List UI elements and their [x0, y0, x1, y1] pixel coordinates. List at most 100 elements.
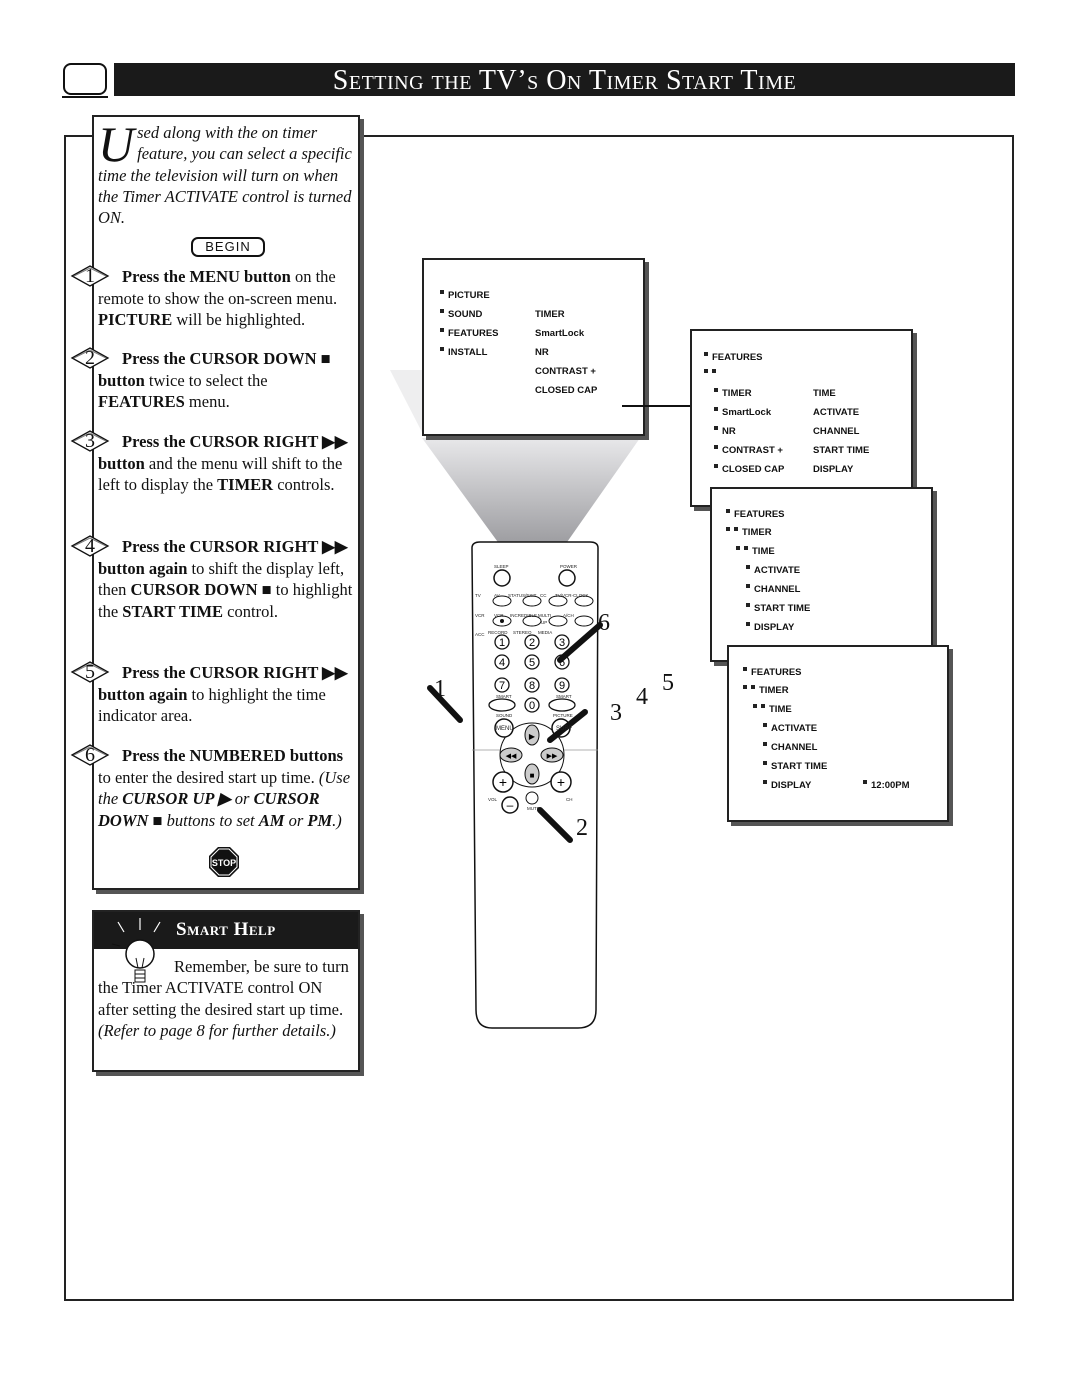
plus-icon: + [557, 774, 565, 790]
menu-item: DISPLAY [746, 622, 794, 633]
record-dot[interactable] [500, 619, 504, 623]
menu-item: NR [714, 426, 736, 437]
step-number-badge: 5 [70, 660, 110, 684]
drop-cap: U [98, 116, 135, 172]
remote-label-clock: TV/VCR-CLOCK [555, 593, 589, 598]
step-text: Press the NUMBERED buttons [122, 746, 344, 765]
menu-item-label: ACTIVATE [754, 565, 801, 576]
bullet-icon [440, 347, 444, 351]
menu-item-label: ACTIVATE [813, 407, 860, 418]
remote-label-menu: MENU [496, 726, 514, 732]
smart-help-body: Remember, be sure to turn the Timer ACTI… [98, 957, 349, 1019]
step-number: 1 [85, 265, 95, 287]
callout-4: 4 [636, 684, 648, 710]
digit-label: 3 [559, 637, 565, 649]
bullet-icon [763, 723, 767, 727]
mute-button[interactable] [525, 791, 539, 805]
submenu-item: NR [535, 347, 549, 358]
menu-item-label: CHANNEL [754, 584, 801, 595]
bullet-icon [761, 704, 765, 708]
menu-item-time: TIME [753, 704, 792, 715]
step-number-badge: 4 [70, 534, 110, 558]
menu-item: CHANNEL [763, 742, 817, 753]
step-number: 3 [85, 430, 95, 452]
step-text: Press the MENU button [122, 267, 291, 286]
play-icon: ▶ [529, 732, 536, 741]
smart-picture-button[interactable] [548, 698, 576, 712]
bullet-icon [734, 527, 738, 531]
main-menu-screen: PICTURE SOUND FEATURES INSTALL TIMER SmartLoc… [422, 258, 645, 436]
remote-label-sleep: SLEEP [494, 564, 509, 569]
menu-title: FEATURES [704, 352, 763, 363]
bullet-icon [704, 352, 708, 356]
remote-label-sound: SOUND [496, 713, 513, 718]
bullet-icon [440, 309, 444, 313]
submenu-item: CHANNEL [813, 426, 859, 437]
step-number: 5 [85, 661, 95, 683]
step-5: 5 Press the CURSOR RIGHT ▶▶ button again … [70, 661, 356, 727]
menu-item-label: TIMER [535, 309, 565, 320]
stop-sign-icon: STOP [209, 847, 239, 877]
submenu-item: TIMER [535, 309, 565, 320]
bullet-icon [746, 622, 750, 626]
smart-help-reference: (Refer to page 8 for further details.) [98, 1020, 336, 1040]
smart-help-title: Smart Help [176, 919, 276, 940]
menu-item: CONTRAST + [714, 445, 783, 456]
remote-label-vol: VOL [488, 797, 498, 802]
step-text: FEATURES [98, 392, 185, 411]
menu-item-label: SmartLock [535, 328, 585, 339]
menu-item-label: START TIME [813, 445, 870, 456]
menu-item-label: CLOSED CAP [535, 385, 598, 396]
digit-label: 0 [529, 700, 535, 712]
callout-3: 3 [610, 700, 622, 726]
bullet-icon [763, 742, 767, 746]
menu-item-timer: TIMER [726, 527, 772, 538]
power-button[interactable] [558, 569, 576, 587]
stop-icon: ■ [530, 771, 535, 780]
menu-item-label: SmartLock [722, 407, 772, 418]
intro-text: Used along with the on timer feature, yo… [98, 116, 356, 228]
bullet-icon [440, 328, 444, 332]
menu-item-features: FEATURES [440, 328, 499, 339]
step-text: control. [223, 601, 279, 621]
bullet-icon [744, 546, 748, 550]
menu-item-label: TIMER [742, 527, 772, 538]
step-text: PM [307, 810, 333, 830]
remote-label-av: AV [494, 593, 500, 598]
start-time-value: 12:00PM [863, 780, 910, 791]
menu-item-label: FEATURES [734, 509, 785, 520]
step-text: CURSOR UP ▶ [122, 789, 231, 808]
callout-6: 6 [598, 610, 610, 636]
remote-label-picture: PICTURE [553, 713, 573, 718]
menu-item-label: PICTURE [448, 290, 490, 301]
digit-label: 4 [499, 657, 505, 669]
menu-item-label: START TIME [754, 603, 811, 614]
menu-title: FEATURES [743, 667, 802, 678]
timer-menu-screen: FEATURES TIMER TIME ACTIVATE CHANNEL START TI… [710, 487, 933, 662]
remote-label-smart1: SMART [496, 694, 512, 699]
bullet-icon [704, 369, 708, 373]
step-number: 4 [85, 535, 95, 557]
rewind-icon: ◀◀ [506, 753, 517, 760]
step-number-badge: 3 [70, 429, 110, 453]
menu-item: ACTIVATE [763, 723, 817, 734]
function-button[interactable] [574, 615, 594, 627]
step-6: 6 Press the NUMBERED buttons to enter the… [70, 744, 356, 831]
sleep-button[interactable] [493, 569, 511, 587]
step-text: buttons to set [162, 810, 259, 830]
smart-sound-button[interactable] [488, 698, 516, 712]
step-text: or [230, 789, 254, 808]
step-text: PICTURE [98, 310, 173, 329]
fast-forward-icon: ▶▶ [547, 753, 558, 760]
step-text: TIMER [217, 475, 274, 494]
submenu-item: SmartLock [535, 328, 584, 339]
menu-item-label: DISPLAY [754, 622, 795, 633]
step-text: controls. [273, 475, 335, 494]
remote-label-status: STATUS/EXIT [508, 593, 537, 598]
step-text: .) [332, 810, 342, 830]
remote-label-mute: MUTE [527, 806, 540, 811]
bullet-icon [746, 603, 750, 607]
step-number-badge: 1 [70, 264, 110, 288]
menu-item: TIMER [714, 388, 752, 399]
menu-item-sound: SOUND [440, 309, 482, 320]
